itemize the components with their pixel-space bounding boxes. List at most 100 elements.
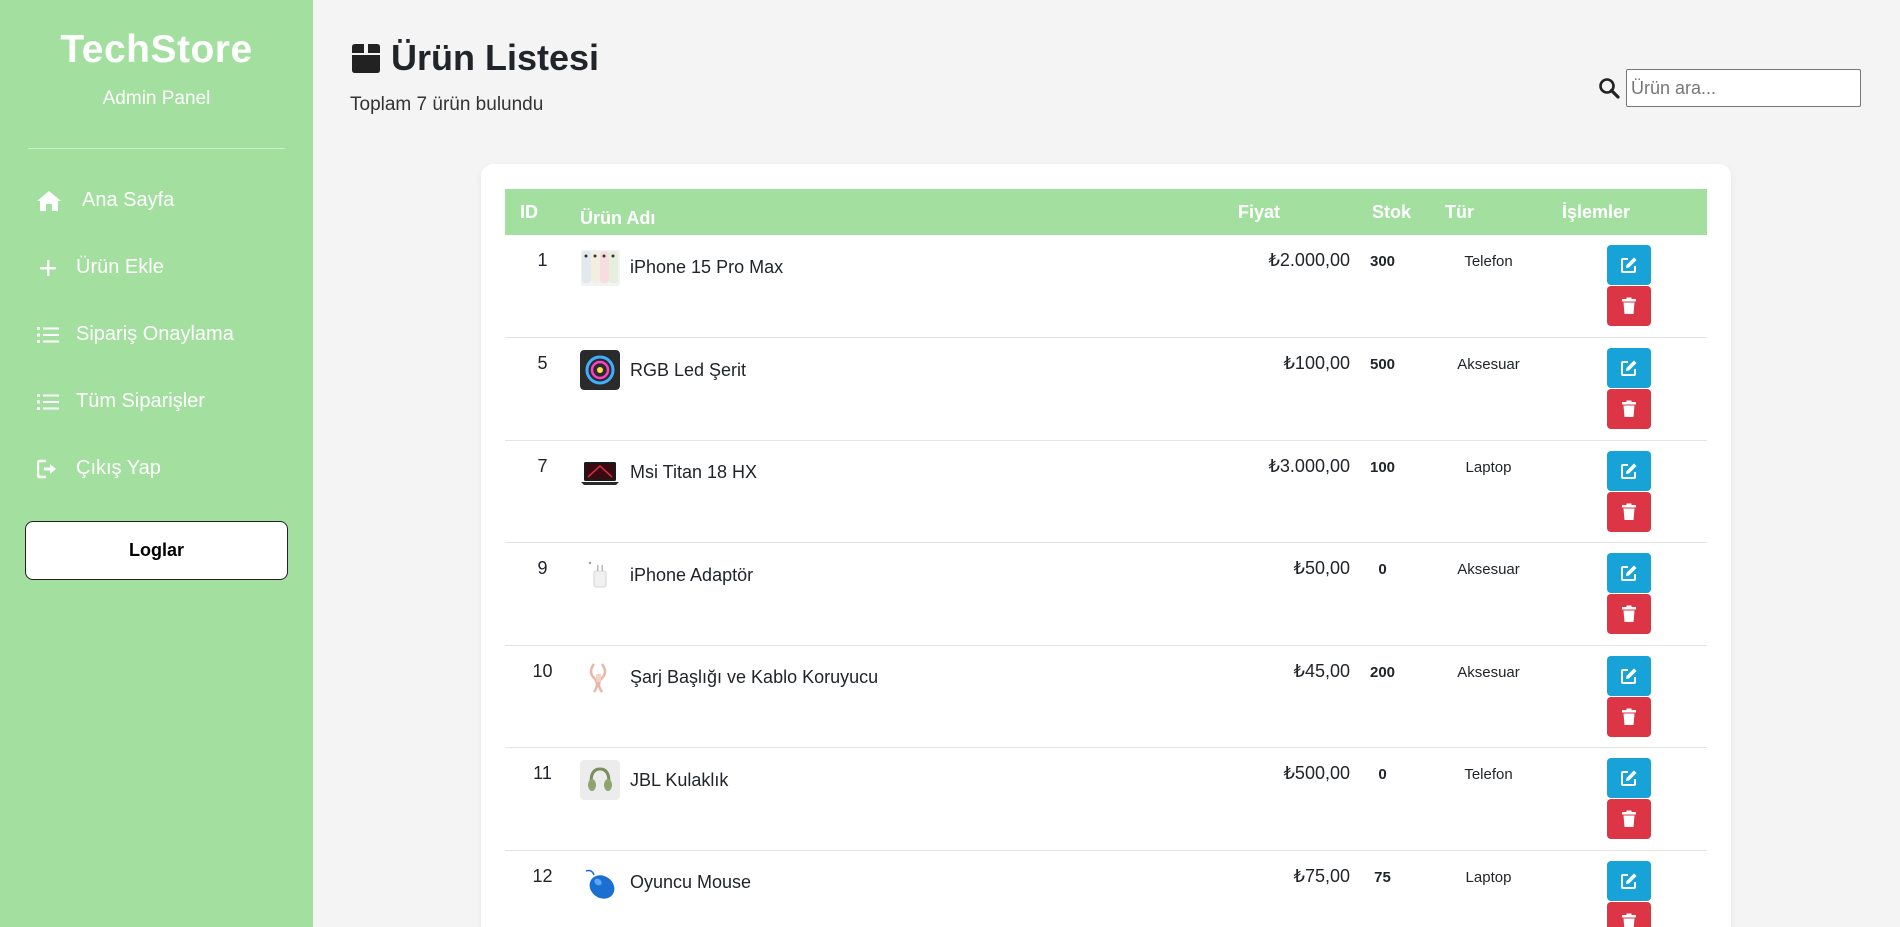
nav-all-orders[interactable]: Tüm Siparişler bbox=[0, 368, 313, 435]
edit-icon bbox=[1620, 463, 1636, 479]
brand: TechStore Admin Panel bbox=[0, 0, 313, 110]
table-row: 5 RGB Led Şerit ₺100,00 500 Aksesuar bbox=[505, 338, 1707, 440]
cell-price: ₺100,00 bbox=[1283, 353, 1350, 373]
product-table: ID Ürün Adı Fiyat Stok Tür İşlemler 1 iP… bbox=[505, 189, 1707, 927]
cell-type: Aksesuar bbox=[1457, 561, 1520, 578]
cell-price: ₺3.000,00 bbox=[1268, 455, 1350, 476]
cell-product-name: iPhone 15 Pro Max bbox=[630, 256, 784, 277]
logs-button[interactable]: Loglar bbox=[25, 521, 288, 580]
edit-button[interactable] bbox=[1606, 450, 1651, 491]
delete-button[interactable] bbox=[1606, 594, 1651, 634]
trash-icon bbox=[1621, 913, 1636, 927]
nav-all-orders-label: Tüm Siparişler bbox=[76, 390, 205, 412]
cell-stock: 300 bbox=[1369, 253, 1396, 270]
headphones-thumbnail bbox=[580, 760, 620, 800]
cell-stock: 0 bbox=[1378, 561, 1387, 578]
box-icon bbox=[349, 41, 383, 75]
cell-id: 7 bbox=[537, 455, 548, 476]
cell-id: 12 bbox=[532, 865, 553, 886]
cell-price: ₺2.000,00 bbox=[1268, 250, 1350, 270]
trash-icon bbox=[1621, 297, 1636, 314]
delete-button[interactable] bbox=[1606, 696, 1651, 737]
delete-button[interactable] bbox=[1606, 286, 1651, 326]
cell-type: Telefon bbox=[1464, 766, 1513, 783]
sign-out-icon bbox=[36, 457, 60, 481]
cell-id: 5 bbox=[537, 353, 548, 373]
cell-stock: 500 bbox=[1369, 356, 1396, 373]
cell-id: 9 bbox=[537, 558, 548, 578]
search-icon bbox=[1598, 77, 1620, 99]
edit-icon bbox=[1620, 770, 1636, 786]
table-row: 11 JBL Kulaklık ₺500,00 0 Telefon bbox=[505, 748, 1707, 850]
trash-icon bbox=[1621, 503, 1636, 520]
search-input[interactable] bbox=[1626, 69, 1861, 107]
cell-id: 1 bbox=[537, 250, 548, 270]
cell-price: ₺500,00 bbox=[1283, 763, 1350, 783]
nav-add-product[interactable]: Ürün Ekle bbox=[0, 234, 313, 301]
cell-stock: 0 bbox=[1378, 766, 1387, 783]
col-stock[interactable]: Stok bbox=[1350, 189, 1415, 235]
edit-button[interactable] bbox=[1606, 245, 1651, 285]
rgb-led-thumbnail bbox=[580, 350, 620, 390]
table-row: 1 iPhone 15 Pro Max ₺2.000,00 300 Telefo… bbox=[505, 235, 1707, 338]
search-bar bbox=[1598, 69, 1861, 107]
edit-button[interactable] bbox=[1606, 655, 1651, 696]
page-title-text: Ürün Listesi bbox=[391, 37, 600, 78]
cell-product-name: RGB Led Şerit bbox=[630, 359, 747, 380]
cell-stock: 200 bbox=[1369, 663, 1396, 681]
product-count: Toplam 7 ürün bulundu bbox=[350, 94, 544, 115]
sidebar: TechStore Admin Panel Ana Sayfa Ürün Ekl… bbox=[0, 0, 313, 927]
table-row: 12 Oyuncu Mouse ₺75,00 75 Laptop bbox=[505, 850, 1707, 927]
edit-icon bbox=[1620, 873, 1636, 889]
delete-button[interactable] bbox=[1606, 491, 1651, 532]
col-id[interactable]: ID bbox=[505, 189, 580, 235]
cell-price: ₺50,00 bbox=[1293, 558, 1351, 578]
col-name[interactable]: Ürün Adı bbox=[580, 189, 1210, 235]
brand-title: TechStore bbox=[60, 28, 253, 71]
col-price[interactable]: Fiyat bbox=[1210, 189, 1350, 235]
cell-price: ₺75,00 bbox=[1293, 865, 1351, 886]
home-icon bbox=[36, 189, 62, 213]
nav-home-label: Ana Sayfa bbox=[82, 189, 175, 211]
edit-icon bbox=[1620, 257, 1636, 273]
delete-button[interactable] bbox=[1606, 901, 1651, 927]
cell-type: Aksesuar bbox=[1457, 663, 1520, 681]
page-title: Ürün Listesi bbox=[349, 37, 599, 79]
edit-icon bbox=[1620, 668, 1636, 684]
table-row: 10 Şarj Başlığı ve Kablo Koruyucu ₺45,00… bbox=[505, 645, 1707, 748]
table-header: ID Ürün Adı Fiyat Stok Tür İşlemler bbox=[505, 189, 1707, 235]
cable-thumbnail bbox=[580, 657, 620, 698]
cell-product-name: Oyuncu Mouse bbox=[630, 872, 752, 892]
nav-home[interactable]: Ana Sayfa bbox=[0, 167, 313, 234]
edit-button[interactable] bbox=[1606, 553, 1651, 593]
cell-type: Laptop bbox=[1465, 458, 1512, 476]
edit-icon bbox=[1620, 360, 1636, 376]
list-icon bbox=[36, 390, 60, 414]
edit-button[interactable] bbox=[1606, 758, 1651, 798]
mouse-thumbnail bbox=[580, 862, 620, 903]
edit-button[interactable] bbox=[1606, 348, 1651, 388]
nav-logout[interactable]: Çıkış Yap bbox=[0, 435, 313, 502]
nav-add-product-label: Ürün Ekle bbox=[76, 256, 164, 278]
cell-type: Aksesuar bbox=[1457, 356, 1520, 373]
trash-icon bbox=[1621, 708, 1636, 725]
table-row: 7 Msi Titan 18 HX ₺3.000,00 100 Laptop bbox=[505, 440, 1707, 543]
delete-button[interactable] bbox=[1606, 799, 1651, 839]
nav-logout-label: Çıkış Yap bbox=[76, 457, 161, 479]
edit-button[interactable] bbox=[1606, 860, 1651, 901]
cell-id: 10 bbox=[532, 660, 553, 681]
trash-icon bbox=[1621, 810, 1636, 827]
nav-order-approval-label: Sipariş Onaylama bbox=[76, 323, 234, 345]
main-content: Ürün Listesi Toplam 7 ürün bulundu ID Ür… bbox=[313, 0, 1900, 927]
delete-button[interactable] bbox=[1606, 389, 1651, 429]
table-row: 9 iPhone Adaptör ₺50,00 0 Aksesuar bbox=[505, 543, 1707, 645]
cell-product-name: Msi Titan 18 HX bbox=[630, 462, 758, 482]
col-type[interactable]: Tür bbox=[1415, 189, 1562, 235]
nav-order-approval[interactable]: Sipariş Onaylama bbox=[0, 301, 313, 368]
trash-icon bbox=[1621, 605, 1636, 622]
iphone-thumbnail bbox=[580, 247, 620, 287]
product-table-card: ID Ürün Adı Fiyat Stok Tür İşlemler 1 iP… bbox=[481, 164, 1731, 927]
trash-icon bbox=[1621, 400, 1636, 417]
col-actions: İşlemler bbox=[1562, 201, 1631, 222]
laptop-thumbnail bbox=[580, 453, 620, 493]
